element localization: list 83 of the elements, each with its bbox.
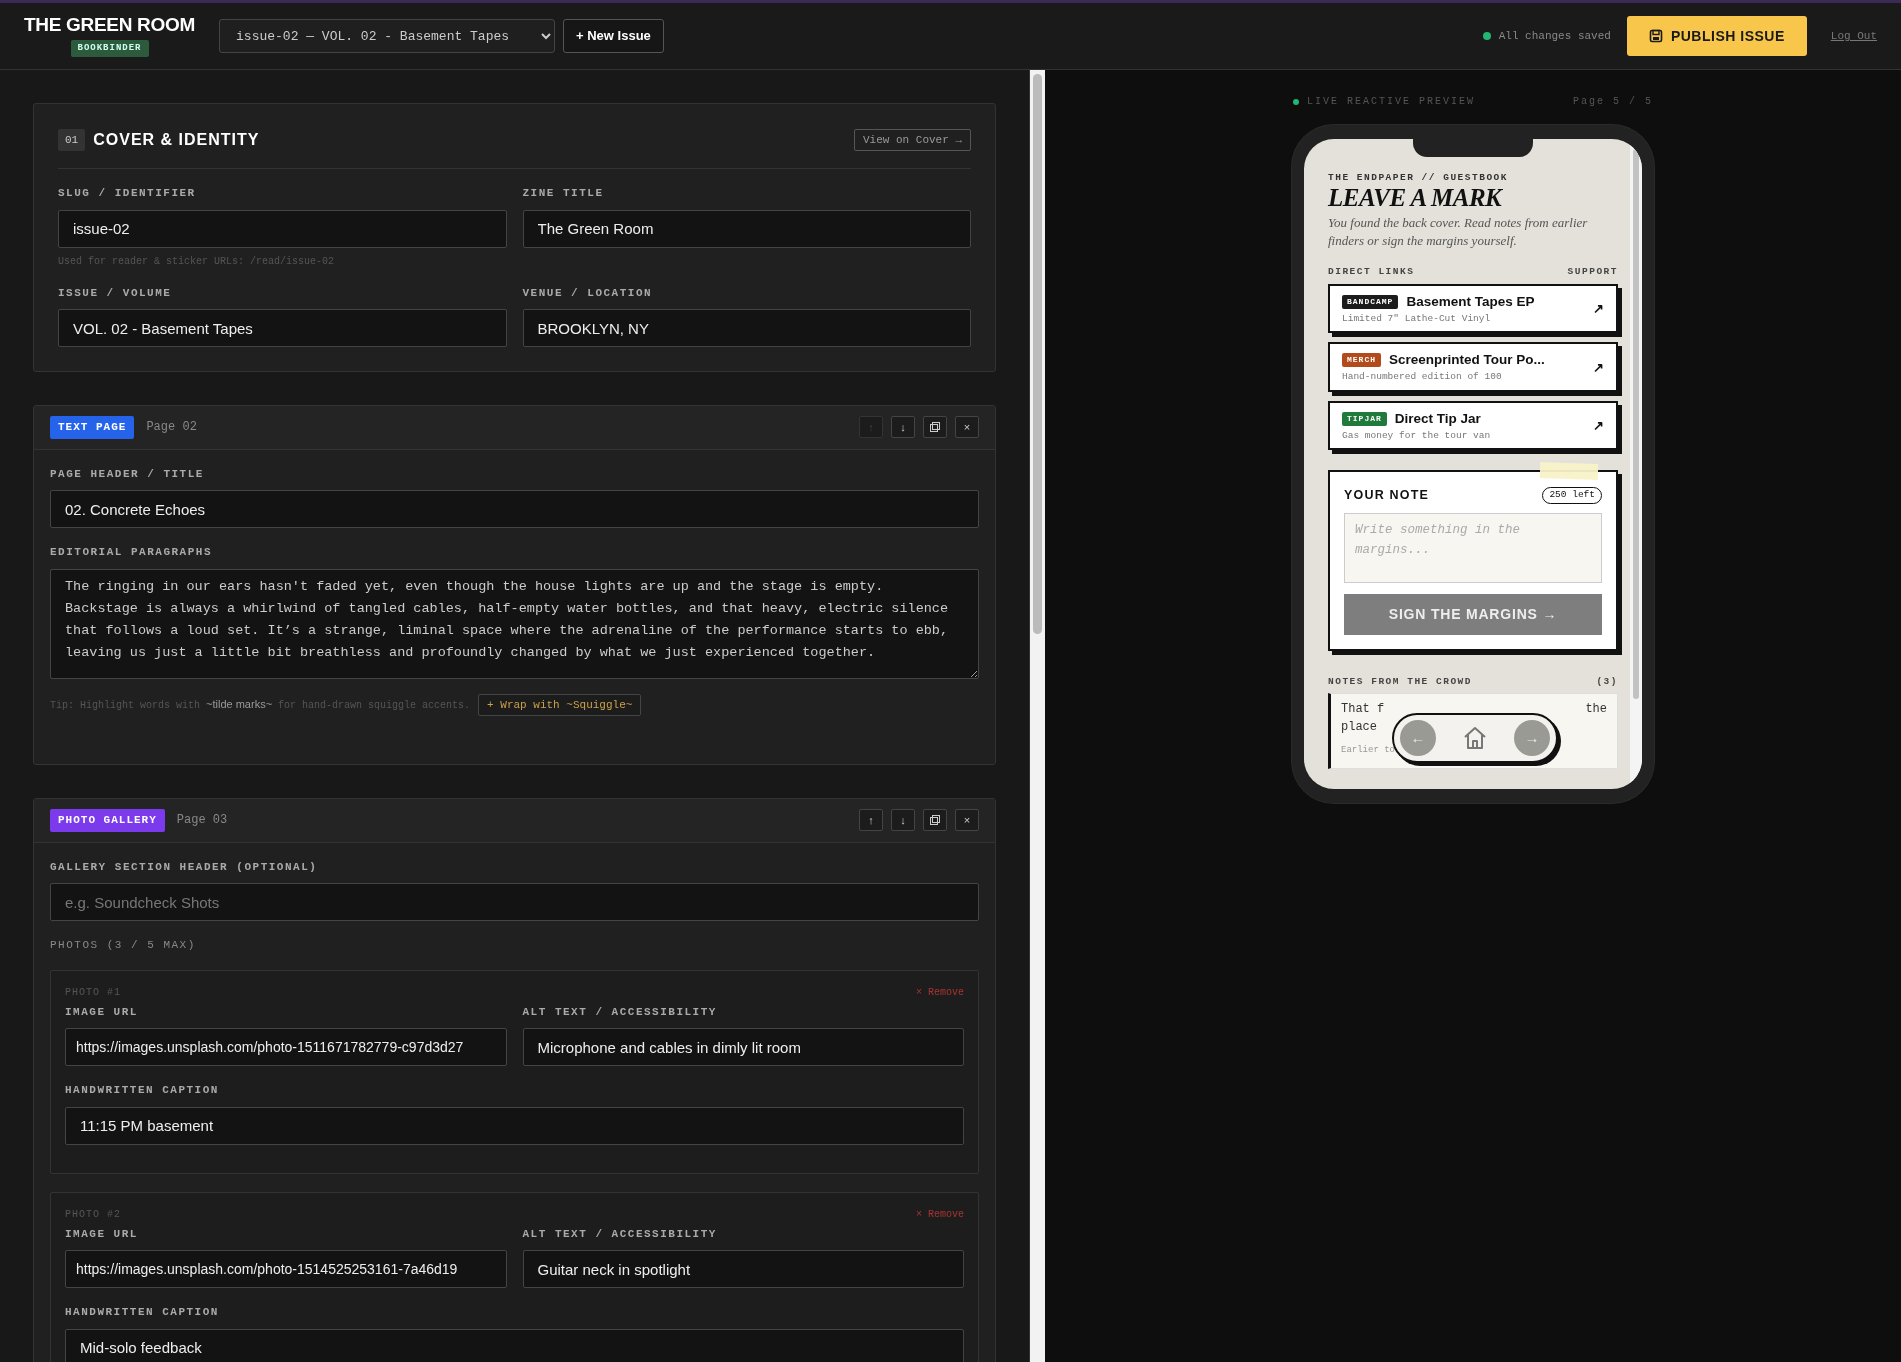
close-button[interactable]: × [955,416,979,439]
duplicate-button[interactable] [923,416,947,439]
page-number: Page 02 [146,419,197,437]
page-type-tag: TEXT PAGE [50,416,135,439]
field-label: ZINE TITLE [522,186,605,201]
field-label: HANDWRITTEN CAPTION [65,1083,220,1098]
move-down-button[interactable]: ↓ [891,416,915,439]
publish-button[interactable]: PUBLISH ISSUE [1626,16,1807,56]
input-field[interactable]: https://images.unsplash.com/photo-1514525253161-7a46d19 [65,1250,507,1288]
text-area[interactable]: The ringing in our ears hasn't faded yet, even though the house lights are up and the stage is empty. Backstage is always a whirlwind of tangled cables, half-empty water bottles, and that heavy, electric silence that follows a loud set. It’s a strange, liminal space where the adrenaline of the performance starts to ebb, leaving us just a little bit breathless and profoundly changed by what we just experienced together. [50,568,979,679]
input-field[interactable]: 02. Concrete Echoes [50,490,979,528]
link-title: Direct Tip Jar [1394,409,1481,428]
brand-title: THE GREEN ROOM [24,14,196,36]
section-title: COVER & IDENTITY [93,130,260,150]
note-text: That f [1341,701,1385,719]
link-tag: TIPJAR [1342,411,1387,426]
field-label: VENUE / LOCATION [522,285,654,301]
note-text: place [1341,719,1378,737]
field-label: IMAGE URL [65,1226,139,1242]
scrollbar[interactable] [1030,70,1045,1362]
save-status: All changes saved [1498,28,1611,44]
copy-icon [930,815,940,826]
input-field[interactable]: https://images.unsplash.com/photo-1511671782779-c97d3d27 [65,1028,507,1066]
home-icon[interactable] [1462,726,1488,750]
logout-link[interactable]: Log Out [1830,27,1877,45]
copy-icon [930,422,940,433]
input-field[interactable]: issue-02 [58,209,507,248]
input-field[interactable]: VOL. 02 - Basement Tapes [58,309,507,347]
page-type-tag: PHOTO GALLERY [50,809,165,832]
move-up-button[interactable]: ↑ [859,809,883,832]
move-down-button[interactable]: ↓ [891,809,915,832]
input-field[interactable]: The Green Room [522,209,971,248]
field-label: SLUG / IDENTIFIER [58,186,197,201]
link-title: Basement Tapes EP [1406,292,1535,311]
input-field[interactable]: e.g. Soundcheck Shots [50,883,979,921]
page-kicker: THE ENDPAPER // GUESTBOOK [1328,171,1510,185]
close-button[interactable]: × [955,809,979,832]
page-title: LEAVE A MARK [1328,185,1504,211]
link-subtitle: Gas money for the tour van [1342,428,1492,443]
section-label: DIRECT LINKS [1328,265,1415,280]
note-time: Earlier to [1341,744,1395,758]
intro-text: You found the back cover. Read notes from earlier finders or sign the margins yourself. [1328,214,1589,250]
external-arrow: ↗ [1593,300,1604,319]
note-title: YOUR NOTE [1344,487,1430,505]
status-dot [1482,32,1491,40]
field-label: PAGE HEADER / TITLE [50,466,205,482]
link-title: Screenprinted Tour Po... [1389,351,1545,370]
section-label: SUPPORT [1567,265,1618,280]
field-label: HANDWRITTEN CAPTION [65,1305,220,1320]
input-field[interactable]: Mid-solo feedback [65,1328,964,1362]
external-arrow: ↗ [1593,417,1604,436]
section-number: 01 [58,128,86,152]
wrap-squiggle-button[interactable]: + Wrap with ~Squiggle~ [478,693,642,716]
issue-select[interactable]: issue-02 — VOL. 02 - Basement Tapes [219,19,556,53]
input-field[interactable]: Microphone and cables in dimly lit room [522,1028,964,1066]
section-label: NOTES FROM THE CROWD [1328,674,1473,689]
link-subtitle: Hand-numbered edition of 100 [1342,370,1503,385]
field-label: EDITORIAL PARAGRAPHS [50,545,214,560]
input-field[interactable]: BROOKLYN, NY [522,309,971,347]
duplicate-button[interactable] [923,809,947,832]
field-label: ISSUE / VOLUME [58,285,173,301]
status-dot [1293,98,1299,105]
field-label: ALT TEXT / ACCESSIBILITY [522,1004,718,1020]
link-subtitle: Limited 7" Lathe-Cut Vinyl [1342,311,1492,326]
input-field[interactable]: Guitar neck in spotlight [522,1250,964,1288]
input-field[interactable]: 11:15 PM basement [65,1106,964,1145]
new-issue-button[interactable]: + New Issue [563,19,664,53]
link-tag: BANDCAMP [1342,294,1399,309]
field-label: ALT TEXT / ACCESSIBILITY [522,1226,718,1242]
external-arrow: ↗ [1593,358,1604,377]
page-number: Page 03 [176,812,228,830]
save-icon [1648,29,1663,43]
note-text: the [1585,701,1607,719]
link-tag: MERCH [1342,353,1381,368]
notes-count: (3) [1596,674,1618,689]
preview-status: LIVE REACTIVE PREVIEW [1307,95,1476,109]
tape-strip [1539,462,1599,481]
brand-tag: BOOKBINDER [70,39,149,58]
field-label: IMAGE URL [65,1004,139,1020]
photos-count-label: PHOTOS (3 / 5 MAX) [50,938,197,953]
field-label: GALLERY SECTION HEADER (OPTIONAL) [50,859,319,875]
preview-page: Page 5 / 5 [1573,95,1653,109]
view-on-cover-button[interactable]: View on Cover → [853,128,971,152]
